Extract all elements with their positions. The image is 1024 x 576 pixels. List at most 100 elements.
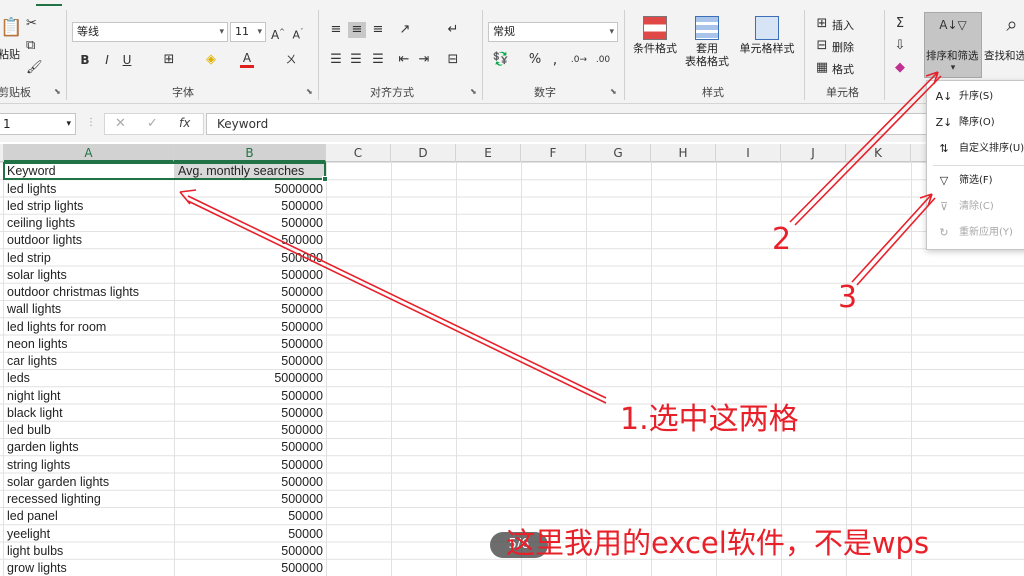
column-header-g[interactable]: G <box>586 144 651 162</box>
format-painter-icon[interactable]: 🖌 <box>26 60 43 76</box>
menu-item-sort-descending[interactable]: Z↓ 降序(O) <box>927 111 1024 135</box>
cell-searches[interactable]: 500000 <box>175 284 323 301</box>
cell-keyword[interactable]: solar garden lights <box>7 474 173 491</box>
cell-searches[interactable]: 500000 <box>175 301 323 318</box>
increase-indent-icon[interactable]: ⇥ <box>416 52 432 68</box>
decrease-font-icon[interactable]: Aˇ <box>290 24 306 44</box>
orientation-icon[interactable]: ↗ <box>396 22 414 38</box>
column-header-f[interactable]: F <box>521 144 586 162</box>
tab-home[interactable] <box>36 0 62 6</box>
cell-keyword[interactable]: light bulbs <box>7 543 173 560</box>
number-format-select[interactable]: 常规 ▾ <box>488 22 618 42</box>
menu-item-custom-sort[interactable]: ⇅ 自定义排序(U) <box>927 137 1024 161</box>
name-box[interactable]: 1 ▾ <box>0 113 76 135</box>
cell-keyword[interactable]: led lights <box>7 181 173 198</box>
insert-cells-icon[interactable]: ⊞ <box>814 16 830 32</box>
font-color-icon[interactable]: A <box>240 52 254 68</box>
font-name-select[interactable]: 等线 ▾ <box>72 22 228 42</box>
align-bottom-icon[interactable]: ≡ <box>370 22 386 38</box>
column-header-b[interactable]: B <box>174 144 326 162</box>
cell-keyword[interactable]: yeelight <box>7 526 173 543</box>
cell-keyword[interactable]: outdoor lights <box>7 232 173 249</box>
paste-button[interactable]: 粘贴 <box>0 46 20 62</box>
cell-keyword[interactable]: string lights <box>7 457 173 474</box>
cell-keyword[interactable]: night light <box>7 388 173 405</box>
align-middle-icon[interactable]: ≡ <box>348 22 366 38</box>
clear-icon[interactable]: ◆ <box>892 60 908 76</box>
currency-icon[interactable]: 💱 <box>492 52 510 68</box>
cell-searches[interactable]: 500000 <box>175 439 323 456</box>
align-top-icon[interactable]: ≡ <box>328 22 344 38</box>
find-select-button[interactable]: 查找和选 <box>984 48 1024 63</box>
column-header-d[interactable]: D <box>391 144 456 162</box>
cell-keyword[interactable]: wall lights <box>7 301 173 318</box>
format-button[interactable]: 格式 <box>832 61 854 77</box>
cell-keyword[interactable]: car lights <box>7 353 173 370</box>
align-center-icon[interactable]: ☰ <box>348 52 364 68</box>
column-header-i[interactable]: I <box>716 144 781 162</box>
cell-keyword[interactable]: leds <box>7 370 173 387</box>
delete-cells-icon[interactable]: ⊟ <box>814 38 830 54</box>
borders-icon[interactable]: ⊞ <box>160 52 178 68</box>
cell-keyword[interactable]: led lights for room <box>7 319 173 336</box>
cell-keyword[interactable]: led strip lights <box>7 198 173 215</box>
cell-keyword[interactable]: led panel <box>7 508 173 525</box>
cell-keyword[interactable]: solar lights <box>7 267 173 284</box>
bold-icon[interactable]: B <box>78 52 92 68</box>
cancel-icon[interactable]: ✕ <box>115 116 126 131</box>
cell-searches[interactable]: 500000 <box>175 405 323 422</box>
column-header-c[interactable]: C <box>326 144 391 162</box>
cell-searches[interactable]: 50000 <box>175 508 323 525</box>
cell-searches[interactable]: 500000 <box>175 457 323 474</box>
delete-button[interactable]: 删除 <box>832 39 854 55</box>
cell-keyword[interactable]: neon lights <box>7 336 173 353</box>
drag-handle-icon[interactable]: ⋮ <box>86 117 96 128</box>
cell-searches[interactable]: 500000 <box>175 232 323 249</box>
cell-searches[interactable]: 500000 <box>175 215 323 232</box>
font-launcher-icon[interactable]: ⬊ <box>306 87 313 96</box>
cell-searches[interactable]: 500000 <box>175 267 323 284</box>
cell-searches[interactable]: 500000 <box>175 474 323 491</box>
cell-searches[interactable]: 500000 <box>175 388 323 405</box>
clipboard-launcher-icon[interactable]: ⬊ <box>54 87 61 96</box>
column-header-k[interactable]: K <box>846 144 911 162</box>
underline-icon[interactable]: U <box>120 52 134 68</box>
cell-keyword[interactable]: led bulb <box>7 422 173 439</box>
formula-input[interactable]: Keyword <box>206 113 1024 135</box>
cell-searches[interactable]: 500000 <box>175 198 323 215</box>
fill-icon[interactable]: ⇩ <box>892 38 908 54</box>
cell-searches[interactable]: 5000000 <box>175 370 323 387</box>
menu-item-filter[interactable]: ▽ 筛选(F) <box>927 169 1024 193</box>
increase-font-icon[interactable]: A^ <box>270 24 286 43</box>
insert-function-icon[interactable]: fx <box>179 116 190 130</box>
cell-searches[interactable]: 500000 <box>175 491 323 508</box>
cell-searches[interactable]: 500000 <box>175 422 323 439</box>
search-icon[interactable]: ⌕ <box>1000 14 1024 34</box>
font-size-select[interactable]: 11 ▾ <box>230 22 266 42</box>
align-right-icon[interactable]: ☰ <box>370 52 386 68</box>
comma-style-icon[interactable]: , <box>548 52 562 68</box>
cell-keyword[interactable]: led strip <box>7 250 173 267</box>
number-launcher-icon[interactable]: ⬊ <box>610 87 617 96</box>
wrap-text-icon[interactable]: ↵ <box>444 22 462 38</box>
cell-styles-button[interactable]: 单元格样式 <box>736 16 798 55</box>
enter-icon[interactable]: ✓ <box>147 116 158 131</box>
cell-searches[interactable]: 500000 <box>175 336 323 353</box>
conditional-format-button[interactable]: 条件格式 <box>630 16 680 55</box>
decrease-decimal-icon[interactable]: .00 <box>594 52 612 68</box>
cell-searches[interactable]: 500000 <box>175 319 323 336</box>
cell-searches[interactable]: 500000 <box>175 250 323 267</box>
cell-keyword[interactable]: ceiling lights <box>7 215 173 232</box>
cut-icon[interactable]: ✂ <box>26 16 37 32</box>
merge-center-icon[interactable]: ⊟ <box>444 52 462 68</box>
phonetic-icon[interactable]: ㄨ <box>282 52 300 68</box>
column-header-h[interactable]: H <box>651 144 716 162</box>
percent-icon[interactable]: % <box>526 52 544 68</box>
copy-icon[interactable]: ⧉ <box>26 38 35 54</box>
cell-searches[interactable]: 500000 <box>175 560 323 576</box>
autosum-icon[interactable]: Σ <box>892 16 908 32</box>
cell-keyword[interactable]: black light <box>7 405 173 422</box>
menu-item-sort-ascending[interactable]: A↓ 升序(S) <box>927 85 1024 109</box>
decrease-indent-icon[interactable]: ⇤ <box>396 52 412 68</box>
cell-searches[interactable]: 5000000 <box>175 181 323 198</box>
